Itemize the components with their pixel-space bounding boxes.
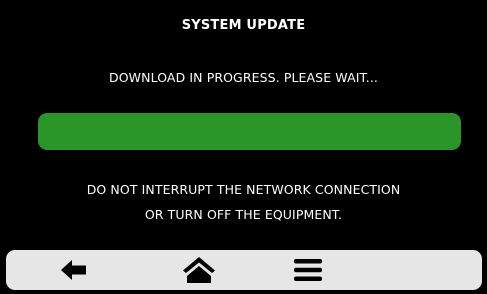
home-icon bbox=[183, 257, 215, 283]
dialog-title: SYSTEM UPDATE bbox=[181, 18, 306, 33]
bottom-navbar bbox=[6, 250, 482, 290]
warning-line-2: OR TURN OFF THE EQUIPMENT. bbox=[144, 207, 343, 222]
menu-button[interactable] bbox=[278, 250, 338, 290]
progress-fill bbox=[38, 113, 461, 150]
home-button[interactable] bbox=[169, 250, 229, 290]
warning-line-1: DO NOT INTERRUPT THE NETWORK CONNECTION bbox=[86, 182, 401, 197]
back-button[interactable] bbox=[44, 250, 104, 290]
progress-bar bbox=[38, 113, 461, 150]
menu-icon bbox=[294, 259, 322, 281]
update-screen: SYSTEM UPDATE DOWNLOAD IN PROGRESS. PLEA… bbox=[0, 0, 487, 294]
back-arrow-icon bbox=[61, 260, 86, 280]
status-message: DOWNLOAD IN PROGRESS. PLEASE WAIT... bbox=[109, 70, 378, 85]
warning-message: DO NOT INTERRUPT THE NETWORK CONNECTION … bbox=[0, 177, 487, 227]
